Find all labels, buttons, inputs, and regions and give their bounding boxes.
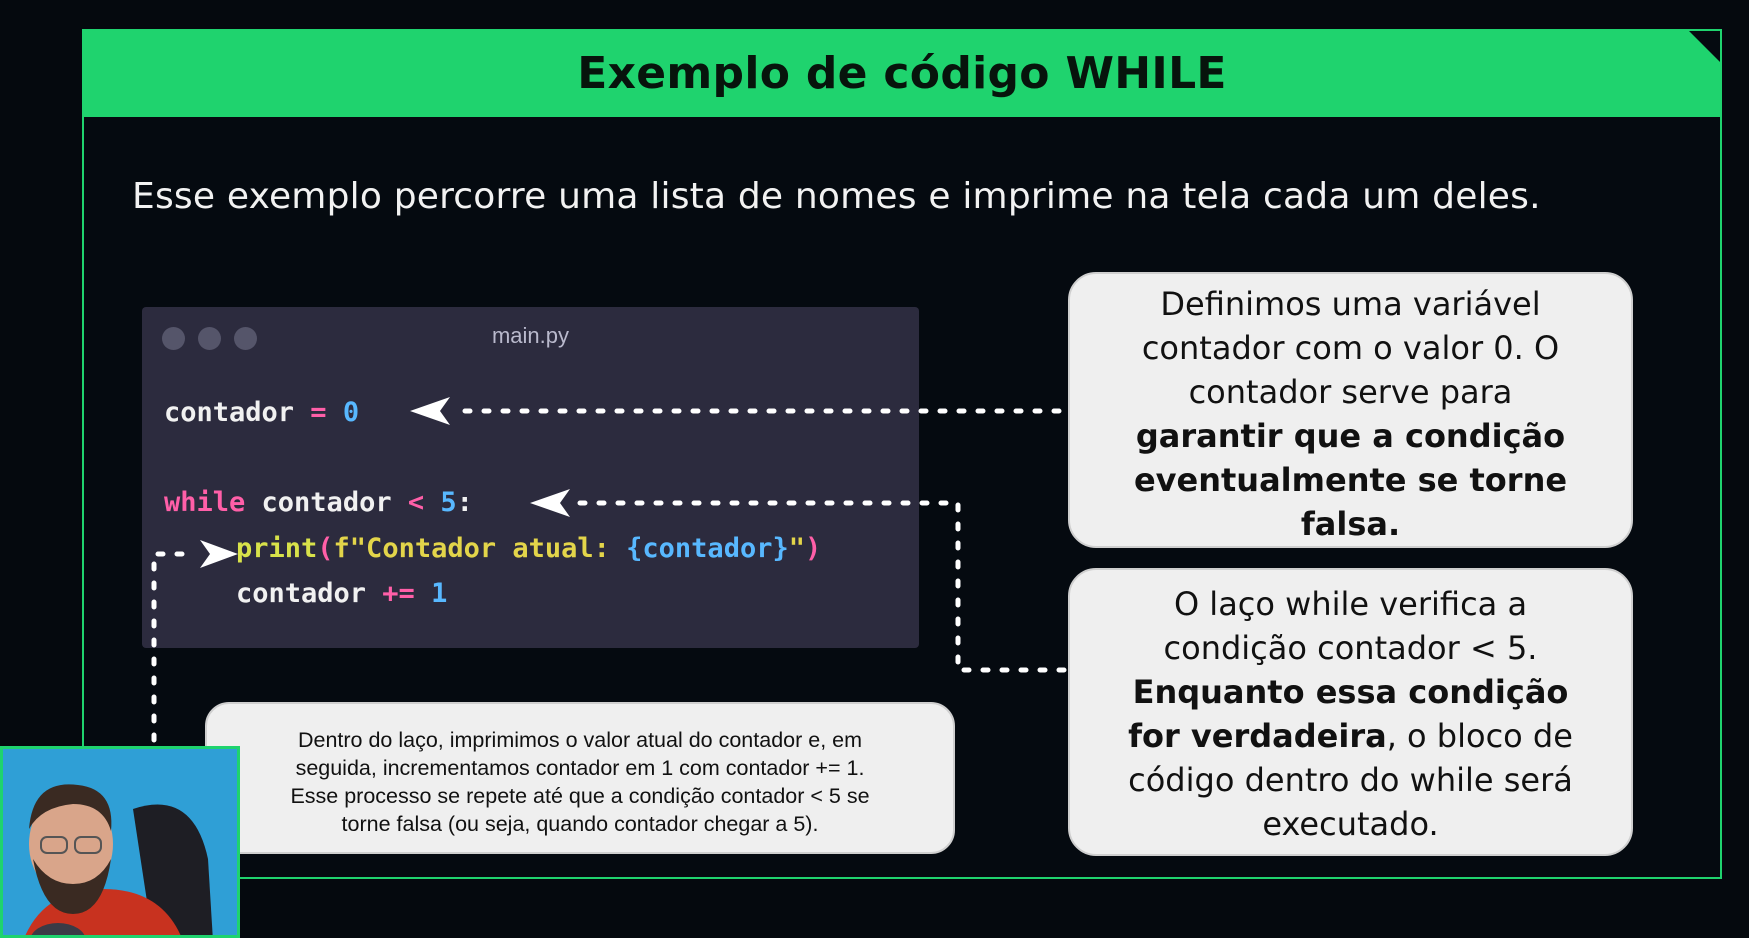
callout-line: falsa. — [1300, 505, 1401, 543]
callout-body: Dentro do laço, imprimimos o valor atual… — [205, 702, 955, 854]
arrowhead-icon — [410, 397, 450, 425]
callout-line: O laço while verifica a — [1173, 585, 1528, 623]
arrowhead-icon — [200, 540, 238, 568]
callout-init: Definimos uma variável contador com o va… — [1068, 272, 1633, 548]
callout-line: eventualmente se torne — [1133, 461, 1568, 499]
dotted-connector-line — [151, 551, 199, 743]
callout-line: Dentro do laço, imprimimos o valor atual… — [297, 728, 863, 752]
callout-line: contador com o valor 0. O — [1141, 329, 1560, 367]
callout-line: contador serve para — [1188, 373, 1513, 411]
callout-line: Definimos uma variável — [1160, 285, 1541, 323]
callout-condition: O laço while verifica a condição contado… — [1068, 568, 1633, 856]
callout-line: condição contador < 5. — [1163, 629, 1538, 667]
webcam-overlay — [0, 746, 240, 938]
callout-line: Esse processo se repete até que a condiç… — [290, 784, 870, 808]
callout-line: seguida, incrementamos contador em 1 com… — [295, 756, 865, 780]
callout-line: Enquanto essa condição — [1132, 673, 1569, 711]
callout-line: torne falsa (ou seja, quando contador ch… — [341, 812, 819, 836]
callout-line: garantir que a condição — [1135, 417, 1566, 455]
callout-line: for verdadeira, o bloco de — [1070, 714, 1631, 758]
callout-text: , o bloco de — [1386, 717, 1573, 755]
dotted-connector-line — [577, 500, 1101, 673]
callout-bold-text: for verdadeira — [1128, 717, 1387, 755]
callout-line: código dentro do while será — [1128, 761, 1573, 799]
arrowhead-icon — [530, 489, 570, 517]
presenter-image — [3, 749, 237, 935]
callout-line: executado. — [1262, 805, 1439, 843]
